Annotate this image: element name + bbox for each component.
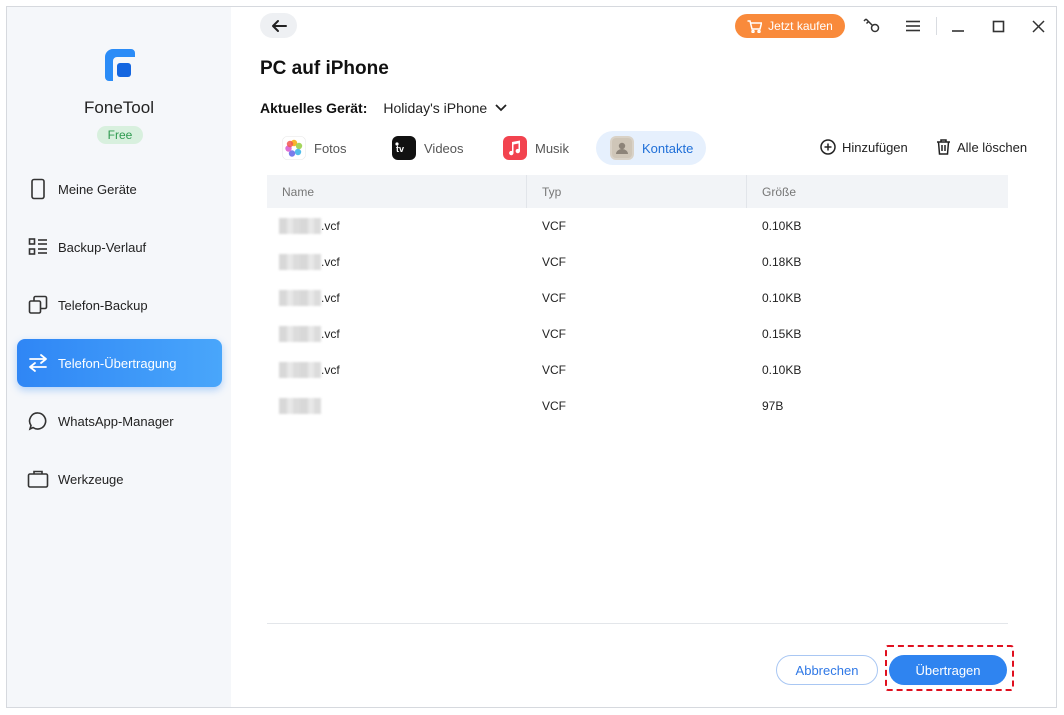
contacts-icon [610,136,634,160]
app-name: FoneTool [84,98,154,117]
toolbar-divider [936,17,937,35]
file-type: VCF [542,327,566,341]
sidebar-item-label: Telefon-Übertragung [58,355,177,371]
maximize-icon[interactable] [987,15,1009,37]
add-button[interactable]: Hinzufügen [820,139,908,155]
footer-divider [267,623,1008,624]
file-extension: .vcf [321,219,340,233]
device-name: Holiday's iPhone [383,100,488,116]
tab-label: Fotos [314,140,347,156]
file-extension: .vcf [321,327,340,341]
column-header-type[interactable]: Typ [527,175,747,208]
tab-label: Musik [535,140,569,156]
sidebar-item-label: WhatsApp-Manager [58,413,174,429]
sidebar-nav: Meine Geräte Backup-Verlauf Telefon-Back… [17,165,222,513]
file-type: VCF [542,255,566,269]
phone-icon [27,178,49,200]
file-type: VCF [542,219,566,233]
app-window: FoneTool Free Meine Geräte Backup-Verlau… [6,6,1057,708]
buy-button-label: Jetzt kaufen [768,19,833,33]
tab-fotos[interactable]: Fotos [268,131,355,165]
file-extension: .vcf [321,363,340,377]
file-type: VCF [542,291,566,305]
blurred-filename [279,290,321,306]
back-button[interactable] [260,13,297,38]
sidebar-item-telefon-uebertragung[interactable]: Telefon-Übertragung [17,339,222,387]
toolbox-icon [27,468,49,490]
sidebar-item-telefon-backup[interactable]: Telefon-Backup [17,281,222,329]
file-size: 0.18KB [762,255,802,269]
tab-kontakte[interactable]: Kontakte [596,131,706,165]
chat-bubble-icon [27,410,49,432]
chevron-down-icon [495,104,507,112]
file-extension: .vcf [321,291,340,305]
list-icon [27,236,49,258]
file-size: 0.10KB [762,291,802,305]
device-dropdown[interactable]: Holiday's iPhone [383,100,507,116]
back-arrow-icon [271,19,287,32]
sidebar-item-label: Werkzeuge [58,471,124,487]
sidebar-item-backup-verlauf[interactable]: Backup-Verlauf [17,223,222,271]
transfer-button[interactable]: Übertragen [889,655,1007,685]
table-body: .vcf VCF 0.10KB .vcf VCF 0.18KB .vcf VCF… [267,208,1008,424]
buy-button[interactable]: Jetzt kaufen [735,14,845,38]
page-title: PC auf iPhone [260,58,389,79]
file-extension: .vcf [321,255,340,269]
file-size: 97B [762,399,784,413]
close-icon[interactable] [1027,15,1049,37]
table-row[interactable]: .vcf VCF 0.10KB [267,208,1008,244]
blurred-filename [279,362,321,378]
sidebar-item-meine-geraete[interactable]: Meine Geräte [17,165,222,213]
blurred-filename [279,326,321,342]
sidebar-item-label: Backup-Verlauf [58,239,147,255]
cancel-button[interactable]: Abbrechen [776,655,878,685]
music-icon [503,136,527,160]
table-row[interactable]: .vcf VCF 0.10KB [267,352,1008,388]
file-table: Name Typ Größe .vcf VCF 0.10KB .vcf VCF … [267,175,1008,424]
add-button-label: Hinzufügen [842,139,908,155]
apple-tv-icon: tv [392,136,416,160]
delete-all-button-label: Alle löschen [957,139,1028,155]
table-row[interactable]: .vcf VCF 0.15KB [267,316,1008,352]
file-size: 0.10KB [762,219,802,233]
tab-musik[interactable]: Musik [489,131,577,165]
transfer-icon [27,352,49,374]
table-header: Name Typ Größe [267,175,1008,208]
file-type: VCF [542,363,566,377]
plus-circle-icon [820,139,836,155]
delete-all-button[interactable]: Alle löschen [936,139,1027,155]
sidebar-item-label: Meine Geräte [58,181,137,197]
column-header-size[interactable]: Größe [747,175,1006,208]
menu-icon[interactable] [902,15,924,37]
file-size: 0.10KB [762,363,802,377]
column-header-name[interactable]: Name [267,175,527,208]
sidebar-item-label: Telefon-Backup [58,297,148,313]
tab-label: Videos [424,140,464,156]
table-row[interactable]: .vcf VCF 0.18KB [267,244,1008,280]
cart-icon [747,19,763,33]
plan-badge: Free [97,126,143,144]
table-row[interactable]: .vcf VCF 0.10KB [267,280,1008,316]
table-row[interactable]: VCF 97B [267,388,1008,424]
sidebar: FoneTool Free Meine Geräte Backup-Verlau… [7,7,231,707]
sidebar-item-werkzeuge[interactable]: Werkzeuge [17,455,222,503]
tab-label: Kontakte [642,140,694,156]
trash-icon [937,139,950,155]
file-type: VCF [542,399,566,413]
tab-videos[interactable]: tv Videos [378,131,472,165]
device-row: Aktuelles Gerät: Holiday's iPhone [260,100,507,116]
file-size: 0.15KB [762,327,802,341]
photos-icon [282,136,306,160]
minimize-icon[interactable] [947,15,969,37]
key-icon[interactable] [861,15,883,37]
fonetool-logo-icon [99,45,139,85]
device-label: Aktuelles Gerät: [260,100,368,116]
copy-icon [27,294,49,316]
sidebar-item-whatsapp-manager[interactable]: WhatsApp-Manager [17,397,222,445]
blurred-filename [279,254,321,270]
blurred-filename [279,218,321,234]
blurred-filename [279,398,321,414]
